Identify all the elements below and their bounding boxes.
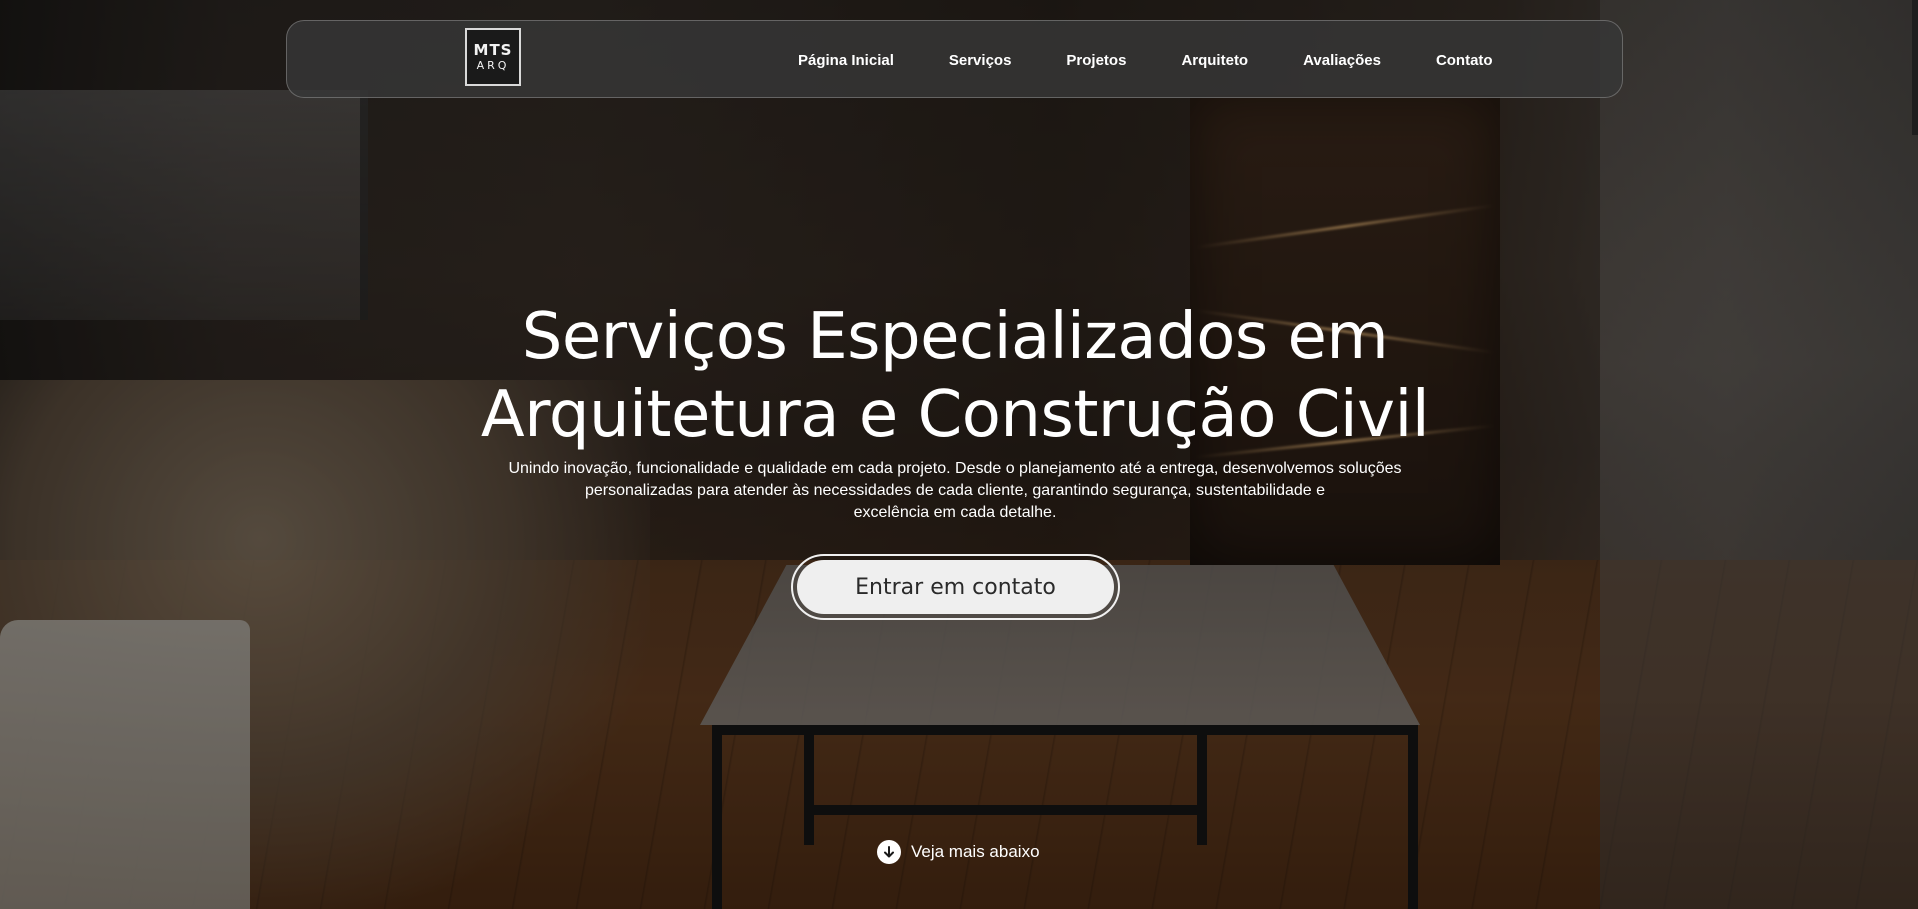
navbar: MTS ARQ Página Inicial Serviços Projetos… [286,20,1623,98]
nav-link-contato[interactable]: Contato [1436,52,1493,69]
hero-headline: Serviços Especializados em Arquitetura e… [400,298,1510,454]
scroll-down-link[interactable]: Veja mais abaixo [877,840,1040,864]
nav-links: Página Inicial Serviços Projetos Arquite… [798,21,1493,99]
hero-headline-line2: Arquitetura e Construção Civil [480,378,1430,452]
hero-headline-line1: Serviços Especializados em [521,300,1389,374]
hero-subtext-line1: Unindo inovação, funcionalidade e qualid… [508,460,1402,477]
nav-link-arquiteto[interactable]: Arquiteto [1181,52,1248,69]
hero-subtext: Unindo inovação, funcionalidade e qualid… [490,458,1420,524]
hero-subtext-line2: personalizadas para atender às necessida… [584,482,1326,499]
cta-button-outline: Entrar em contato [791,554,1120,620]
nav-link-projetos[interactable]: Projetos [1066,52,1126,69]
nav-link-servicos[interactable]: Serviços [949,52,1012,69]
hero-subtext-line3: excelência em cada detalhe. [853,504,1057,521]
hero-section: MTS ARQ Página Inicial Serviços Projetos… [0,0,1918,909]
nav-link-avaliacoes[interactable]: Avaliações [1303,52,1381,69]
scrollbar[interactable] [1912,0,1918,135]
nav-link-pagina-inicial[interactable]: Página Inicial [798,52,894,69]
logo-text-top: MTS [473,41,513,59]
background-overlay [0,0,1918,909]
logo[interactable]: MTS ARQ [465,28,521,86]
arrow-down-circle-icon [877,840,901,864]
contact-button[interactable]: Entrar em contato [797,560,1114,614]
scroll-down-label: Veja mais abaixo [911,842,1040,861]
logo-text-bottom: ARQ [476,59,510,72]
